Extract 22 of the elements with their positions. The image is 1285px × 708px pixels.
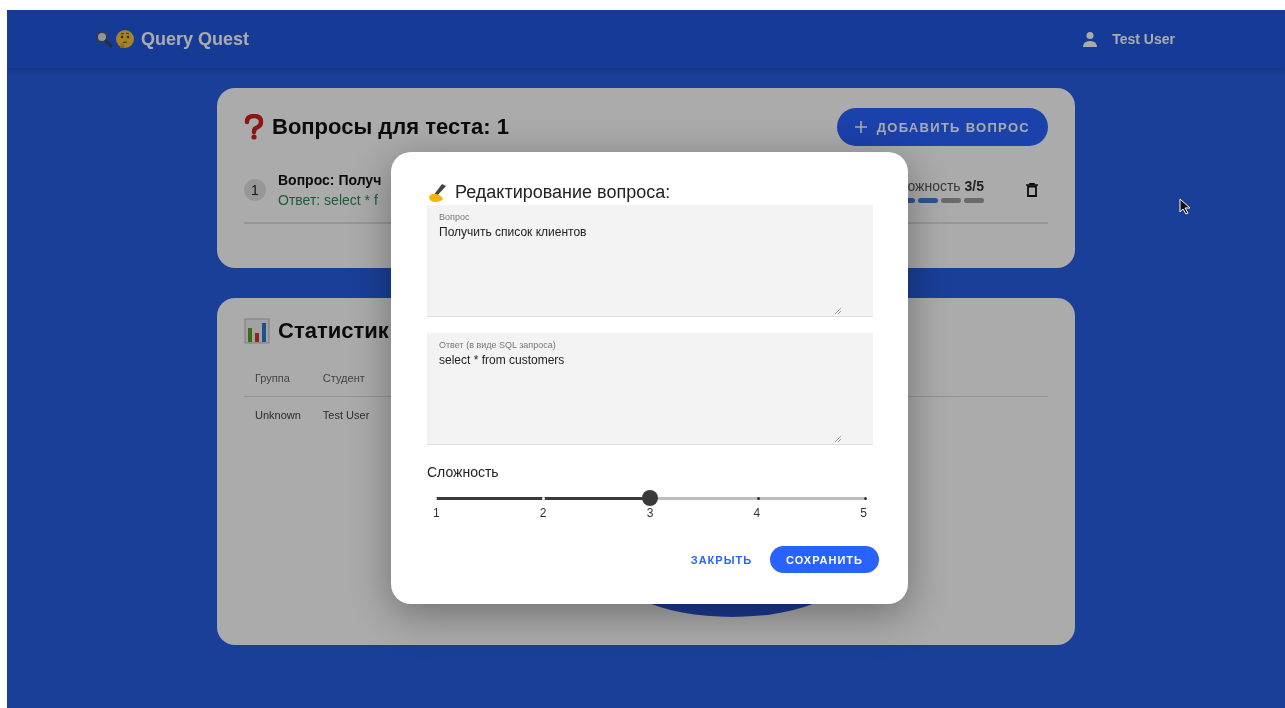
table-cell: Unknown [244,396,312,433]
tick-label: 4 [753,506,761,520]
card-title: Статистик [278,318,389,344]
column-header: Группа [244,360,312,397]
user-name[interactable]: Test User [1112,31,1175,47]
slider-label: Сложность [427,464,500,480]
add-question-button[interactable]: ДОБАВИТЬ ВОПРОС [836,108,1048,146]
tick-label: 5 [860,506,867,520]
difficulty-text: ожность 3/5 [907,177,984,194]
tick-label: 2 [539,506,547,520]
save-button[interactable]: СОХРАНИТЬ [770,546,879,573]
question-text: Вопрос: Получ [278,172,382,188]
app-logo[interactable]: Query Quest [141,28,250,50]
card-title: Вопросы для теста: 1 [272,114,509,140]
dialog-title: Редактирование вопроса: [455,182,671,203]
text-area-field[interactable]: Ответ (в виде SQL запроса) select * from customers [427,333,873,445]
tick-label: 1 [433,506,440,520]
question-number: 1 [244,179,266,201]
tick-label: 3 [646,506,654,520]
close-button[interactable]: ЗАКРЫТЬ [684,546,759,573]
answer-text: Ответ: select * f [278,192,379,208]
text-area-field[interactable]: Вопрос Получить список клиентов [427,205,873,317]
